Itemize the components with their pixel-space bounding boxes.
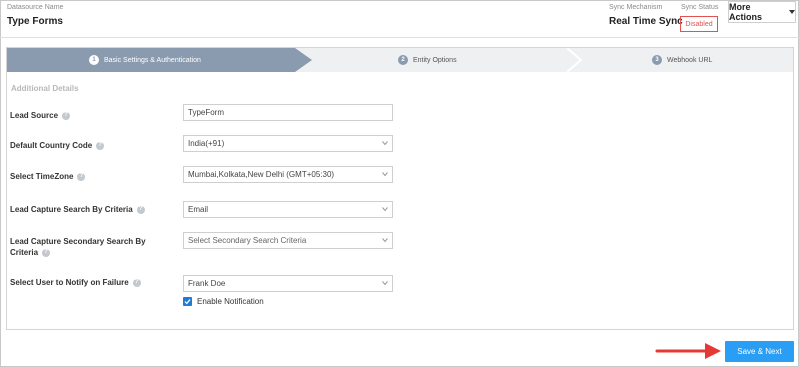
field-label: Lead Capture Search By Criteria	[10, 205, 133, 214]
notify-user-label: Select User to Notify on Failure?	[10, 277, 141, 288]
sync-status-label: Sync Status	[681, 4, 719, 11]
step-label-basic-settings: Basic Settings & Authentication	[104, 56, 201, 64]
search-criteria-select[interactable]: Email	[183, 201, 393, 218]
check-icon	[184, 299, 191, 305]
help-circle-icon[interactable]: ?	[132, 278, 141, 287]
help-circle-icon[interactable]: ?	[136, 205, 145, 214]
field-value: India(+91)	[188, 139, 225, 148]
sync-mechanism-value: Real Time Sync	[609, 16, 683, 27]
lead-capture-secondary-search-label: Lead Capture Secondary Search By Criteri…	[10, 236, 146, 258]
step-label-entity-options: Entity Options	[413, 56, 457, 64]
more-actions-button[interactable]: More Actions	[728, 1, 796, 23]
sync-status-badge: Disabled	[680, 16, 718, 32]
caret-down-icon	[789, 10, 795, 14]
help-circle-icon[interactable]: ?	[77, 172, 86, 181]
save-next-button[interactable]: Save & Next	[725, 341, 794, 362]
field-label-line1: Lead Capture Secondary Search By	[10, 237, 146, 246]
default-country-code-label: Default Country Code?	[10, 140, 105, 151]
field-label: Lead Source	[10, 111, 59, 120]
chevron-down-icon	[382, 238, 388, 243]
notify-user-select[interactable]: Frank Doe	[183, 275, 393, 292]
help-circle-icon[interactable]: ?	[96, 141, 105, 150]
wizard-separator	[567, 48, 585, 72]
chevron-down-icon	[382, 207, 388, 212]
step-number-3: 3	[652, 55, 662, 65]
more-actions-label: More Actions	[729, 2, 763, 22]
help-circle-icon[interactable]: ?	[42, 248, 51, 257]
step-number-1: 1	[89, 55, 99, 65]
header-divider	[0, 37, 799, 38]
lead-capture-search-label: Lead Capture Search By Criteria?	[10, 204, 145, 215]
datasource-name-label: Datasource Name	[7, 4, 64, 11]
chevron-down-icon	[382, 281, 388, 286]
field-label-line2: Criteria	[10, 248, 39, 257]
step-label-webhook-url: Webhook URL	[667, 56, 713, 64]
wizard-step-entity-options[interactable]: 2 Entity Options	[398, 48, 457, 72]
step-number-2: 2	[398, 55, 408, 65]
sync-mechanism-label: Sync Mechanism	[609, 4, 663, 11]
enable-notification-label: Enable Notification	[197, 297, 264, 306]
secondary-search-criteria-select[interactable]: Select Secondary Search Criteria	[183, 232, 393, 249]
wizard-steps: 1 Basic Settings & Authentication 2 Enti…	[7, 48, 793, 72]
field-value: Frank Doe	[188, 279, 226, 288]
lead-source-label: Lead Source?	[10, 110, 71, 121]
chevron-down-icon	[382, 172, 388, 177]
default-country-code-select[interactable]: India(+91)	[183, 135, 393, 152]
section-title: Additional Details	[11, 84, 79, 93]
help-circle-icon[interactable]: ?	[62, 111, 71, 120]
arrow-right-icon	[655, 343, 721, 359]
field-value: Select Secondary Search Criteria	[188, 236, 307, 245]
field-value: TypeForm	[188, 108, 225, 117]
chevron-down-icon	[382, 141, 388, 146]
field-label: Select User to Notify on Failure	[10, 278, 129, 287]
wizard-step-webhook-url[interactable]: 3 Webhook URL	[652, 48, 712, 72]
timezone-select[interactable]: Mumbai,Kolkata,New Delhi (GMT+05:30)	[183, 166, 393, 183]
enable-notification-checkbox[interactable]	[183, 297, 192, 306]
enable-notification-row: Enable Notification	[183, 297, 264, 306]
datasource-name-value: Type Forms	[7, 16, 63, 27]
wizard-step-basic-settings[interactable]: 1 Basic Settings & Authentication	[7, 48, 312, 72]
field-label: Default Country Code	[10, 141, 93, 150]
settings-panel: 1 Basic Settings & Authentication 2 Enti…	[6, 47, 794, 330]
field-value: Email	[188, 205, 209, 214]
select-timezone-label: Select TimeZone?	[10, 171, 86, 182]
field-value: Mumbai,Kolkata,New Delhi (GMT+05:30)	[188, 170, 335, 179]
lead-source-input[interactable]: TypeForm	[183, 104, 393, 121]
field-label: Select TimeZone	[10, 172, 74, 181]
